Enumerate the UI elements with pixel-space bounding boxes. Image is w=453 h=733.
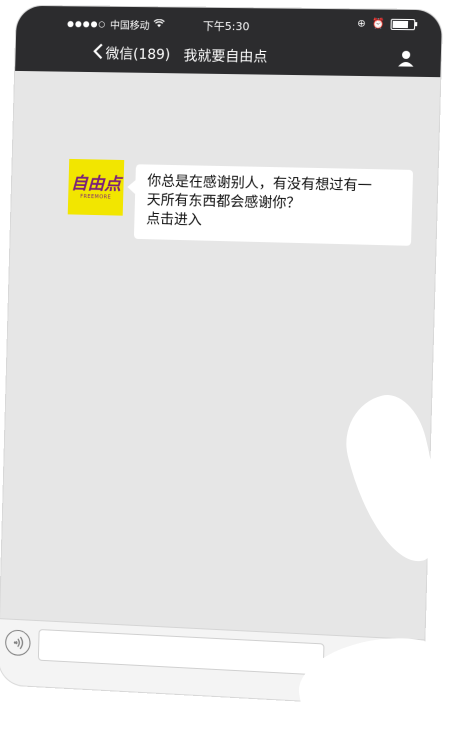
status-bar: ●●●●○ 中国移动 下午5:30 ⊕ ⏰	[16, 14, 442, 37]
person-icon[interactable]	[396, 48, 417, 69]
chat-title: 我就要自由点	[183, 48, 268, 66]
avatar-logo-text: 自由点	[70, 173, 122, 195]
message-input[interactable]	[37, 629, 325, 676]
nav-bar: 微信(189) 我就要自由点	[15, 35, 441, 75]
avatar-logo-sub: FREEMORE	[80, 193, 112, 201]
phone-screen: ●●●●○ 中国移动 下午5:30 ⊕ ⏰ 微信(189) 我就要自由点 自由点…	[0, 5, 443, 708]
status-right: ⊕ ⏰	[357, 18, 416, 31]
battery-icon	[390, 18, 416, 31]
top-bar: ●●●●○ 中国移动 下午5:30 ⊕ ⏰ 微信(189) 我就要自由点	[15, 5, 443, 78]
chat-area[interactable]: 自由点 FREEMORE 你总是在感谢别人，有没有想过有一 天所有东西都会感谢你…	[0, 71, 440, 640]
voice-button[interactable]	[4, 629, 31, 657]
message-bubble[interactable]: 你总是在感谢别人，有没有想过有一 天所有东西都会感谢你？ 点击进入	[133, 164, 414, 246]
voice-icon	[11, 636, 25, 651]
lock-rotation-icon: ⊕	[357, 18, 366, 30]
sender-avatar[interactable]: 自由点 FREEMORE	[67, 158, 125, 216]
alarm-icon: ⏰	[371, 18, 385, 30]
